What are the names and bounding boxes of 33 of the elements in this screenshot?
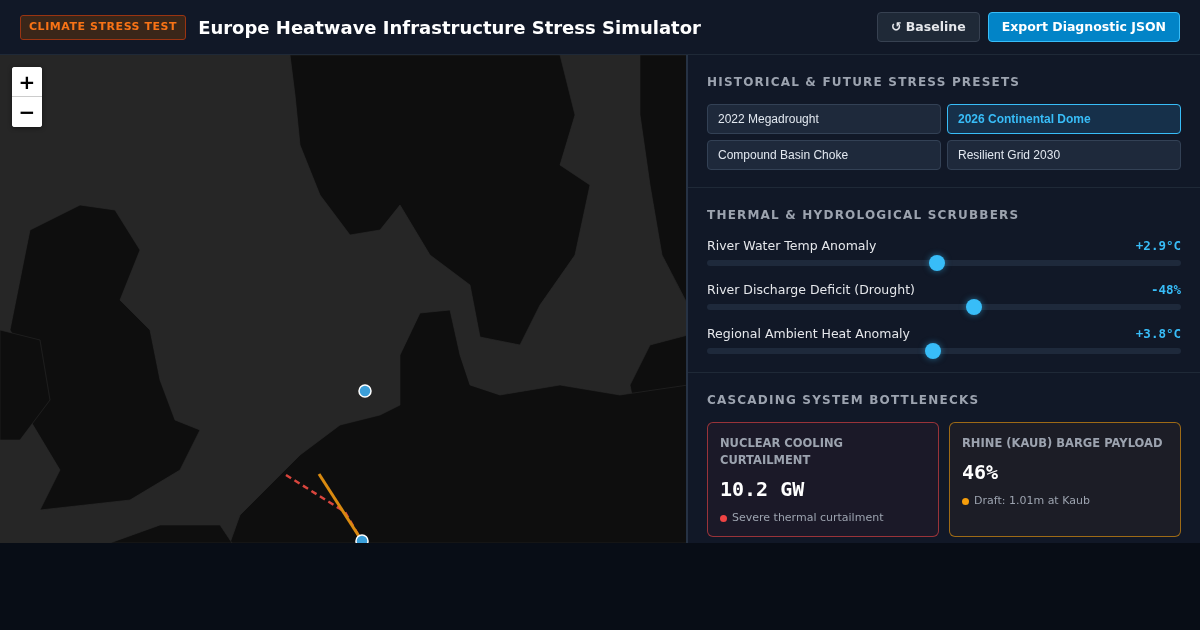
slider-thumb[interactable]: [965, 299, 982, 315]
preset-button[interactable]: Resilient Grid 2030: [947, 140, 1181, 170]
slider-label: River Water Temp Anomaly: [707, 236, 877, 255]
section-heading: CASCADING SYSTEM BOTTLENECKS: [707, 392, 980, 408]
slider-label: River Discharge Deficit (Drought): [707, 280, 915, 299]
preset-button[interactable]: Compound Basin Choke: [707, 140, 941, 170]
zoom-in-button[interactable]: +: [12, 67, 42, 97]
section-heading: THERMAL & HYDROLOGICAL SCRUBBERS: [707, 207, 1020, 223]
baseline-button[interactable]: ↺ Baseline: [876, 12, 980, 42]
map-marker[interactable]: [358, 384, 372, 398]
card-title: RHINE (KAUB) BARGE PAYLOAD: [962, 435, 1163, 452]
slider-label: Regional Ambient Heat Anomaly: [707, 324, 910, 343]
app-title: Europe Heatwave Infrastructure Stress Simulator: [198, 15, 701, 40]
metric-value: 46%: [962, 460, 999, 484]
metric-value: 10.2 GW: [720, 477, 805, 501]
slider-reading: -48%: [1150, 280, 1181, 299]
slider-reading: +3.8°C: [1135, 324, 1181, 343]
card-title: NUCLEAR COOLING CURTAILMENT: [720, 435, 844, 469]
status-text: Severe thermal curtailment: [732, 510, 884, 526]
preset-button[interactable]: 2022 Megadrought: [707, 104, 941, 134]
app-badge: CLIMATE STRESS TEST: [20, 14, 187, 40]
section-heading: HISTORICAL & FUTURE STRESS PRESETS: [707, 74, 1021, 90]
map-marker[interactable]: [355, 534, 369, 543]
export-button[interactable]: Export Diagnostic JSON: [987, 12, 1180, 42]
slider-thumb[interactable]: [929, 255, 946, 271]
preset-button[interactable]: 2026 Continental Dome: [947, 104, 1181, 134]
slider-track[interactable]: [707, 343, 1181, 359]
slider-reading: +2.9°C: [1135, 236, 1181, 255]
slider-thumb[interactable]: [925, 343, 941, 359]
zoom-out-button[interactable]: −: [12, 97, 42, 127]
slider-track[interactable]: [707, 299, 1181, 315]
slider-track[interactable]: [707, 255, 1181, 271]
status-text: Draft: 1.01m at Kaub: [974, 493, 1090, 509]
